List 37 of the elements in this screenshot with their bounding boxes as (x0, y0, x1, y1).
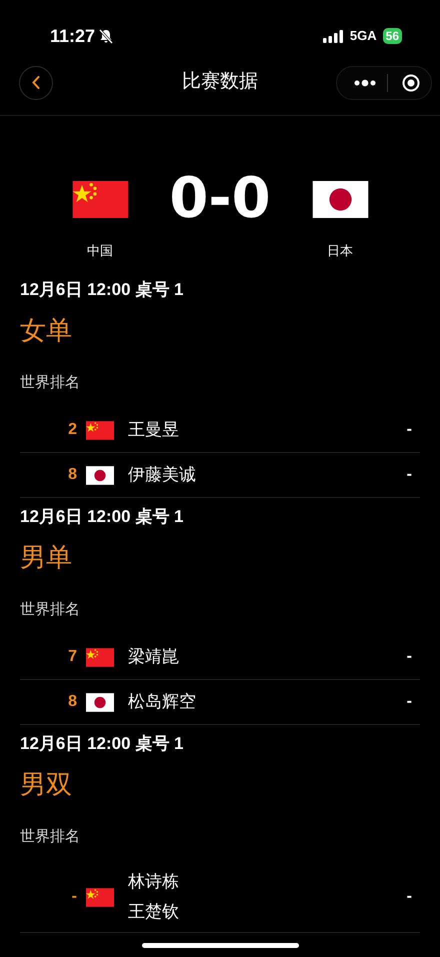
event-title: 女单 (19, 314, 73, 346)
more-icon[interactable] (354, 78, 376, 86)
match-header: 12月6日 12:00 桌号 1 (19, 506, 184, 528)
player-name: 林诗栋 (128, 871, 180, 893)
player-name: 伊藤美诚 (128, 464, 197, 486)
event-title: 男双 (19, 768, 73, 800)
ranking-label: 世界排名 (19, 827, 81, 848)
network-label: 5GA (350, 27, 377, 46)
game-score: - (406, 420, 413, 440)
status-time: 11:27 (50, 24, 96, 48)
player-name: 梁靖崑 (128, 646, 180, 668)
match-header: 12月6日 12:00 桌号 1 (19, 279, 184, 301)
player-name: 王曼昱 (128, 419, 180, 441)
game-score: - (406, 887, 413, 907)
ranking-label: 世界排名 (19, 600, 81, 620)
player-name: 松岛辉空 (128, 691, 197, 713)
rank-number: 7 (68, 647, 77, 667)
country-name: 中国 (87, 242, 113, 260)
event-title: 男单 (19, 540, 73, 574)
game-score: - (406, 692, 413, 712)
game-score: - (406, 647, 413, 667)
page-title: 比赛数据 (181, 70, 259, 94)
player-name: 王楚钦 (128, 901, 180, 923)
match-header: 12月6日 12:00 桌号 1 (19, 733, 184, 755)
game-score: - (406, 465, 413, 485)
back-icon (32, 76, 40, 89)
country-name: 日本 (327, 242, 353, 260)
ranking-label: 世界排名 (19, 373, 81, 394)
muted-bell-icon (99, 28, 114, 44)
battery-indicator: 56 (382, 28, 402, 44)
signal-icon (322, 30, 344, 42)
rank-number: 2 (68, 420, 77, 440)
rank-number: - (72, 887, 77, 907)
rank-number: 8 (68, 692, 77, 712)
rank-number: 8 (68, 465, 77, 485)
back-button[interactable] (19, 66, 53, 100)
close-icon[interactable] (402, 74, 420, 92)
